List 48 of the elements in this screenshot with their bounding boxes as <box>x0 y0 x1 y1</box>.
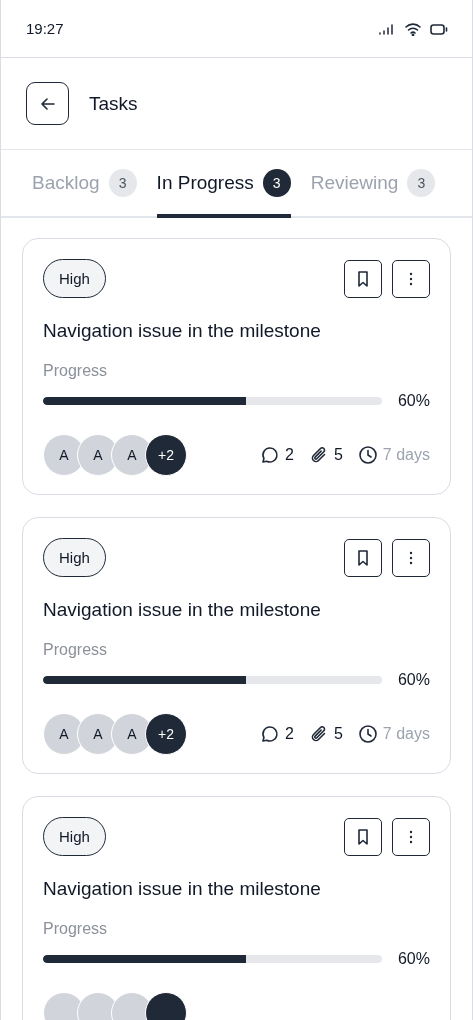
progress-percent: 60% <box>396 671 430 689</box>
bookmark-button[interactable] <box>344 259 382 298</box>
clock-icon <box>357 445 378 465</box>
progress-percent: 60% <box>396 950 430 968</box>
bookmark-button[interactable] <box>344 538 382 577</box>
wifi-icon <box>404 21 422 36</box>
due-time: 7 days <box>382 725 430 743</box>
priority-tag: High <box>43 817 106 856</box>
comment-icon <box>260 724 281 744</box>
priority-tag: High <box>43 259 106 298</box>
more-icon <box>409 270 413 287</box>
page-title: Tasks <box>89 92 138 115</box>
more-members-avatar: +2 <box>145 434 187 476</box>
more-members-avatar: +2 <box>145 713 187 755</box>
more-button[interactable] <box>392 259 430 298</box>
more-button[interactable] <box>392 817 430 856</box>
progress-label: Progress <box>43 362 109 380</box>
tab-count: 3 <box>262 169 291 197</box>
attachment-count: 5 <box>333 725 343 743</box>
battery-icon <box>430 22 448 35</box>
progress-label: Progress <box>43 920 109 938</box>
comment-count: 2 <box>285 725 294 743</box>
task-title: Navigation issue in the milestone <box>43 878 322 900</box>
comment-icon <box>260 445 281 465</box>
more-icon <box>409 549 413 566</box>
clock-icon <box>357 724 378 744</box>
back-button[interactable] <box>26 82 69 125</box>
tab[interactable]: Reviewing 3 <box>310 150 436 216</box>
due-time: 7 days <box>382 446 430 464</box>
status-time: 19:27 <box>26 20 64 37</box>
tab[interactable]: In Progress 3 <box>156 150 291 216</box>
task-title: Navigation issue in the milestone <box>43 599 322 621</box>
comment-count: 2 <box>285 446 294 464</box>
signal-icon <box>378 22 396 35</box>
tab-count: 3 <box>108 169 137 197</box>
bookmark-icon <box>355 269 371 288</box>
progress-percent: 60% <box>396 392 430 410</box>
more-button[interactable] <box>392 538 430 577</box>
task-title: Navigation issue in the milestone <box>43 320 322 342</box>
more-icon <box>409 828 413 845</box>
bookmark-button[interactable] <box>344 817 382 856</box>
bookmark-icon <box>355 548 371 567</box>
tab-count: 3 <box>407 169 436 197</box>
tab[interactable]: Backlog 3 <box>32 150 137 216</box>
progress-label: Progress <box>43 641 109 659</box>
bookmark-icon <box>355 827 371 846</box>
attachment-count: 5 <box>333 446 343 464</box>
priority-tag: High <box>43 538 106 577</box>
